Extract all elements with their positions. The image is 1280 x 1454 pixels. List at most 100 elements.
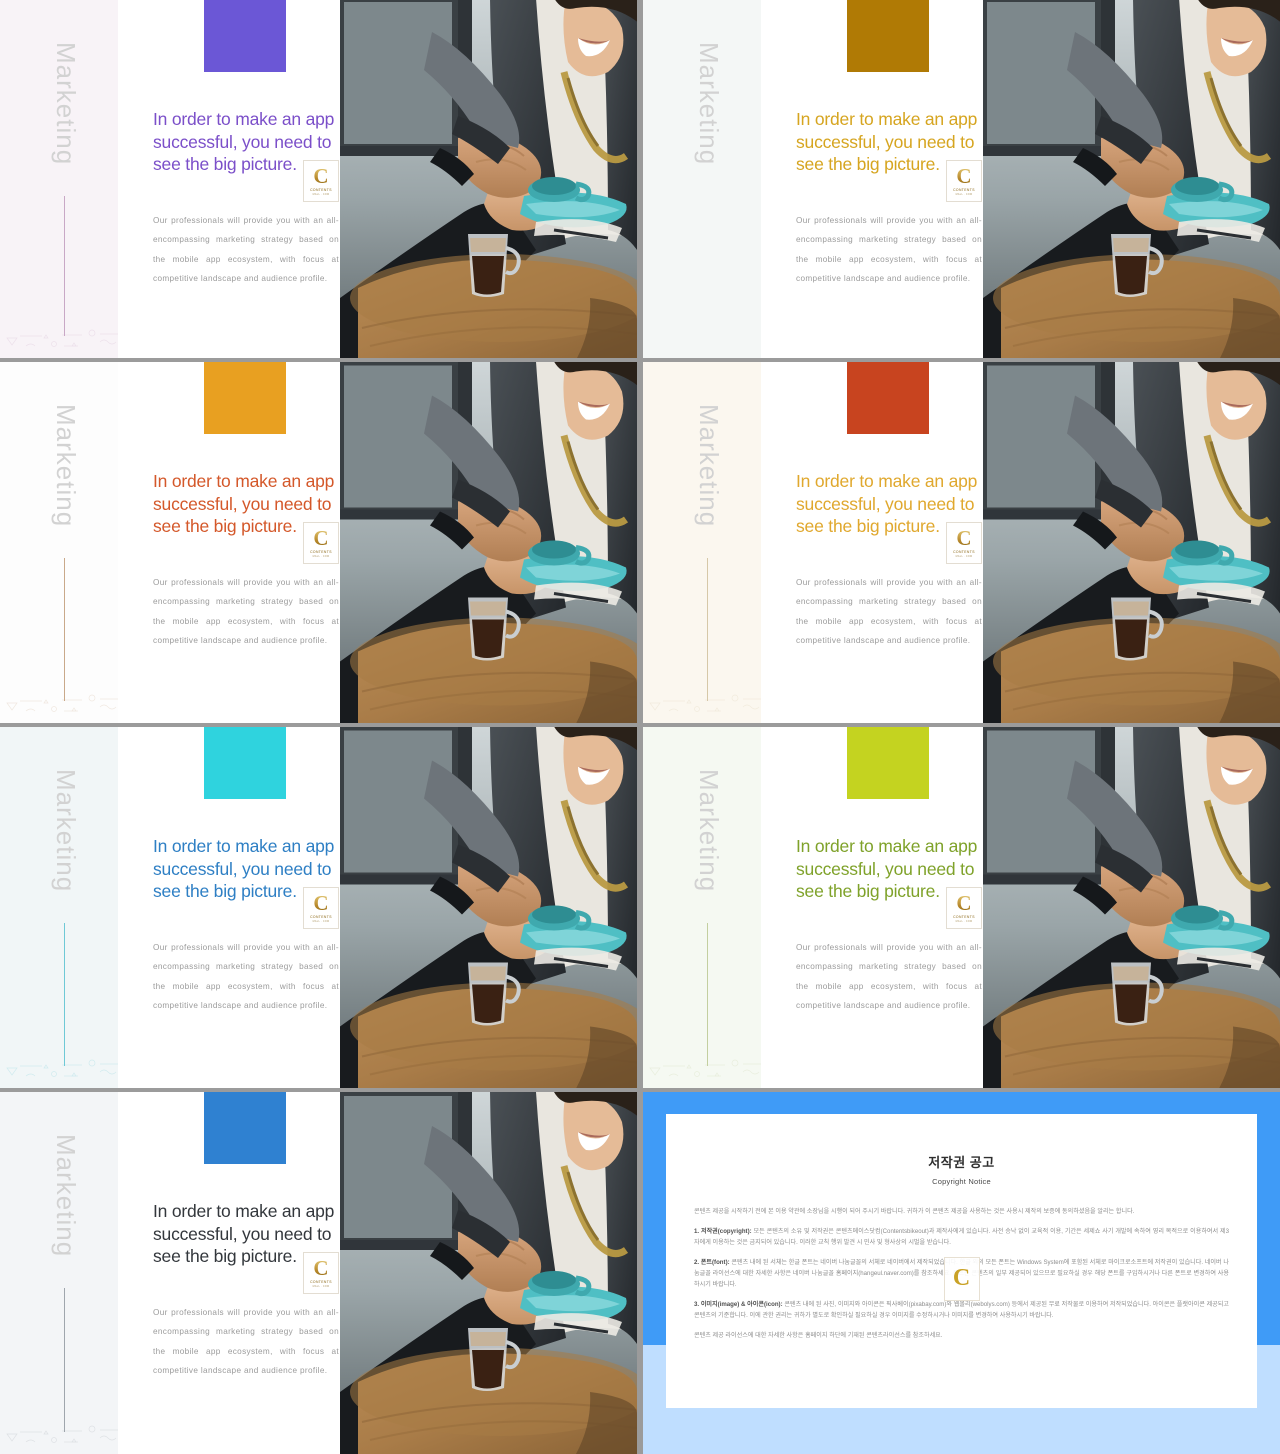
- copyright-section-label: 3. 이미지(image) & 아이콘(icon):: [694, 1301, 785, 1308]
- logo-brand-name: CONTENTS: [310, 915, 332, 920]
- copyright-section-2: 2. 폰트(font): 콘텐츠 내에 된 서체는 한글 폰트는 네이버 나눔글…: [694, 1259, 1229, 1288]
- logo-tagline: MALL . COM: [955, 192, 973, 196]
- logo-brand-name: CONTENTS: [953, 188, 975, 193]
- slide-thumbnail-6[interactable]: Marketing In order to make an app succes…: [643, 727, 1280, 1088]
- accent-color-square: [847, 0, 929, 72]
- slide-body-copy: Our professionals will provide you with …: [153, 578, 339, 646]
- logo-tagline: MALL . COM: [312, 192, 330, 196]
- decorative-doodle-cluster: [4, 1418, 130, 1448]
- decorative-doodle-cluster: [4, 1052, 130, 1082]
- decorative-doodles: [6, 1425, 125, 1443]
- contents-logo-chip: C CONTENTS MALL . COM: [946, 887, 982, 929]
- copyright-section-label: 2. 폰트(font):: [694, 1259, 732, 1266]
- vertical-divider-rule: [64, 923, 65, 1066]
- vertical-marketing-label: Marketing: [51, 404, 81, 528]
- logo-letter-c: C: [956, 164, 972, 189]
- slide-thumbnail-7[interactable]: Marketing In order to make an app succes…: [0, 1092, 637, 1454]
- logo-tagline: MALL . COM: [312, 1284, 330, 1288]
- handshake-photo-graphic: [983, 727, 1280, 1088]
- copyright-section-1: 1. 저작권(copyright): 모든 콘텐츠의 소유 및 저작권은 콘텐츠…: [694, 1228, 1230, 1246]
- vertical-marketing-label: Marketing: [694, 769, 724, 893]
- slide-thumbnail-3[interactable]: Marketing In order to make an app succes…: [0, 362, 637, 723]
- slide-body-copy: Our professionals will provide you with …: [153, 1308, 339, 1376]
- accent-color-square: [847, 727, 929, 799]
- contents-logo-chip: C CONTENTS MALL . COM: [946, 522, 982, 564]
- accent-color-square: [204, 727, 286, 799]
- accent-color-square: [204, 362, 286, 434]
- vertical-marketing-label: Marketing: [51, 1134, 81, 1258]
- slide-photo: [340, 362, 637, 723]
- copyright-section-label: 1. 저작권(copyright):: [694, 1228, 754, 1235]
- vertical-marketing-label: Marketing: [51, 769, 81, 893]
- logo-letter-c: C: [313, 891, 329, 916]
- contents-logo-chip: C CONTENTS MALL . COM: [303, 887, 339, 929]
- slide-thumbnail-5[interactable]: Marketing In order to make an app succes…: [0, 727, 637, 1088]
- logo-letter-c: C: [956, 891, 972, 916]
- decorative-doodles: [6, 1059, 125, 1077]
- handshake-photo-graphic: [340, 0, 637, 358]
- vertical-divider-rule: [64, 1288, 65, 1432]
- copyright-footer-paragraph: 콘텐츠 제공 라이선스에 대한 자세한 사항은 홈페이지 하단에 기재된 콘텐츠…: [694, 1332, 943, 1339]
- slide-photo: [983, 362, 1280, 723]
- handshake-photo-graphic: [340, 1092, 637, 1454]
- slide-photo: [983, 727, 1280, 1088]
- decorative-doodle-cluster: [647, 1052, 773, 1082]
- copyright-subtitle: Copyright Notice: [932, 1177, 991, 1186]
- decorative-doodles: [647, 322, 773, 352]
- copyright-section-3: 3. 이미지(image) & 아이콘(icon): 콘텐츠 내에 된 사진, …: [694, 1301, 1229, 1319]
- copyright-body: 콘텐츠 제공을 시작하기 전에 본 이용 약관에 소장님을 시행이 되어 주시기…: [694, 1206, 1229, 1341]
- slide-thumbnail-2[interactable]: Marketing In order to make an app succes…: [643, 0, 1280, 358]
- handshake-photo-graphic: [983, 0, 1280, 358]
- handshake-photo-graphic: [340, 362, 637, 723]
- accent-color-square: [204, 1092, 286, 1164]
- vertical-divider-rule: [707, 923, 708, 1066]
- logo-tagline: MALL . COM: [312, 554, 330, 558]
- decorative-doodle-cluster: [647, 322, 773, 352]
- logo-letter-c: C: [313, 1256, 329, 1281]
- copyright-title: 저작권 공고: [928, 1155, 995, 1170]
- decorative-doodles: [6, 694, 125, 712]
- vertical-marketing-label: Marketing: [694, 404, 724, 528]
- decorative-doodles: [649, 1059, 768, 1077]
- decorative-doodles: [649, 694, 768, 712]
- logo-brand-name: CONTENTS: [953, 550, 975, 555]
- slide-body-copy: Our professionals will provide you with …: [796, 943, 982, 1011]
- contents-logo-chip: C CONTENTS MALL . COM: [303, 160, 339, 202]
- handshake-photo-graphic: [983, 362, 1280, 723]
- slide-photo: [340, 0, 637, 358]
- slide-photo: [983, 0, 1280, 358]
- slide-thumbnail-4[interactable]: Marketing In order to make an app succes…: [643, 362, 1280, 723]
- contents-logo-chip: C CONTENTS MALL . COM: [303, 1252, 339, 1294]
- decorative-doodle-cluster: [4, 687, 130, 717]
- decorative-doodle-cluster: [647, 687, 773, 717]
- slide-thumbnail-1[interactable]: Marketing In order to make an app succes…: [0, 0, 637, 358]
- logo-brand-name: CONTENTS: [310, 188, 332, 193]
- vertical-divider-rule: [64, 196, 65, 336]
- slide-photo: [340, 727, 637, 1088]
- slide-photo: [340, 1092, 637, 1454]
- vertical-divider-rule: [707, 558, 708, 701]
- contents-logo-chip: C CONTENTS MALL . COM: [303, 522, 339, 564]
- logo-letter-c: C: [313, 164, 329, 189]
- slide-thumbnail-grid: Marketing In order to make an app succes…: [0, 0, 1280, 1454]
- logo-letter-c: C: [313, 526, 329, 551]
- vertical-marketing-label: Marketing: [694, 42, 724, 166]
- decorative-doodles: [6, 329, 125, 347]
- handshake-photo-graphic: [340, 727, 637, 1088]
- vertical-marketing-label: Marketing: [51, 42, 81, 166]
- accent-color-square: [204, 0, 286, 72]
- accent-color-square: [847, 362, 929, 434]
- logo-tagline: MALL . COM: [955, 554, 973, 558]
- vertical-divider-rule: [707, 196, 708, 336]
- logo-brand-name: CONTENTS: [953, 915, 975, 920]
- vertical-divider-rule: [64, 558, 65, 701]
- contents-logo-chip: C CONTENTS MALL . COM: [946, 160, 982, 202]
- slide-thumbnail-copyright[interactable]: 저작권 공고 Copyright Notice 콘텐츠 제공을 시작하기 전에 …: [643, 1092, 1280, 1454]
- copyright-paper: 저작권 공고 Copyright Notice 콘텐츠 제공을 시작하기 전에 …: [666, 1114, 1257, 1408]
- copyright-intro-paragraph: 콘텐츠 제공을 시작하기 전에 본 이용 약관에 소장님을 시행이 되어 주시기…: [694, 1208, 1135, 1215]
- logo-tagline: MALL . COM: [955, 919, 973, 923]
- logo-brand-name: CONTENTS: [310, 1280, 332, 1285]
- slide-body-copy: Our professionals will provide you with …: [153, 943, 339, 1011]
- logo-tagline: MALL . COM: [312, 919, 330, 923]
- slide-body-copy: Our professionals will provide you with …: [796, 578, 982, 646]
